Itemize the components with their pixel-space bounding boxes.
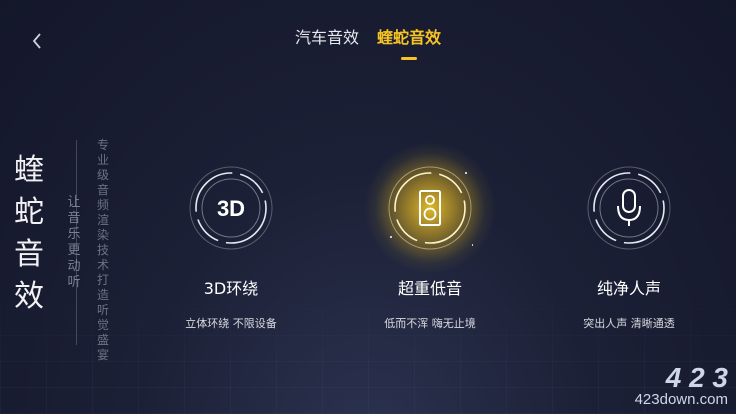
divider — [76, 140, 77, 345]
feature-3d-surround[interactable]: 3D 3D环绕 立体环绕 不限设备 — [151, 165, 311, 331]
side-tagline: 专业级音频渲染技术打造听觉盛宴 — [96, 138, 109, 362]
side-title: 蝰蛇音效 — [14, 153, 46, 314]
feature-description: 突出人声 清晰通透 — [583, 317, 675, 330]
svg-text:3D: 3D — [217, 196, 245, 221]
feature-title: 纯净人声 — [596, 279, 661, 298]
feature-description: 低而不浑 嗨无止境 — [384, 317, 476, 330]
feature-pure-vocals[interactable]: 纯净人声 突出人声 清晰通透 — [549, 165, 709, 331]
tab-car-audio[interactable]: 汽车音效 — [295, 24, 359, 58]
speaker-icon — [365, 143, 495, 273]
microphone-icon — [586, 165, 672, 251]
feature-title: 超重低音 — [397, 279, 462, 298]
tab-bar: 汽车音效 蝰蛇音效 — [0, 24, 736, 60]
side-subtitle: 让音乐更动听 — [67, 195, 81, 290]
watermark-logo: 4 2 3 — [665, 362, 728, 393]
watermark-site: 423down.com — [634, 391, 728, 408]
tab-viper-audio[interactable]: 蝰蛇音效 — [377, 24, 441, 60]
watermark: 4 2 3 423down.com — [634, 362, 728, 409]
3d-icon: 3D — [188, 165, 274, 251]
feature-super-bass[interactable]: 超重低音 低而不浑 嗨无止境 — [350, 143, 510, 331]
feature-title: 3D环绕 — [203, 279, 259, 298]
feature-description: 立体环绕 不限设备 — [185, 317, 277, 330]
